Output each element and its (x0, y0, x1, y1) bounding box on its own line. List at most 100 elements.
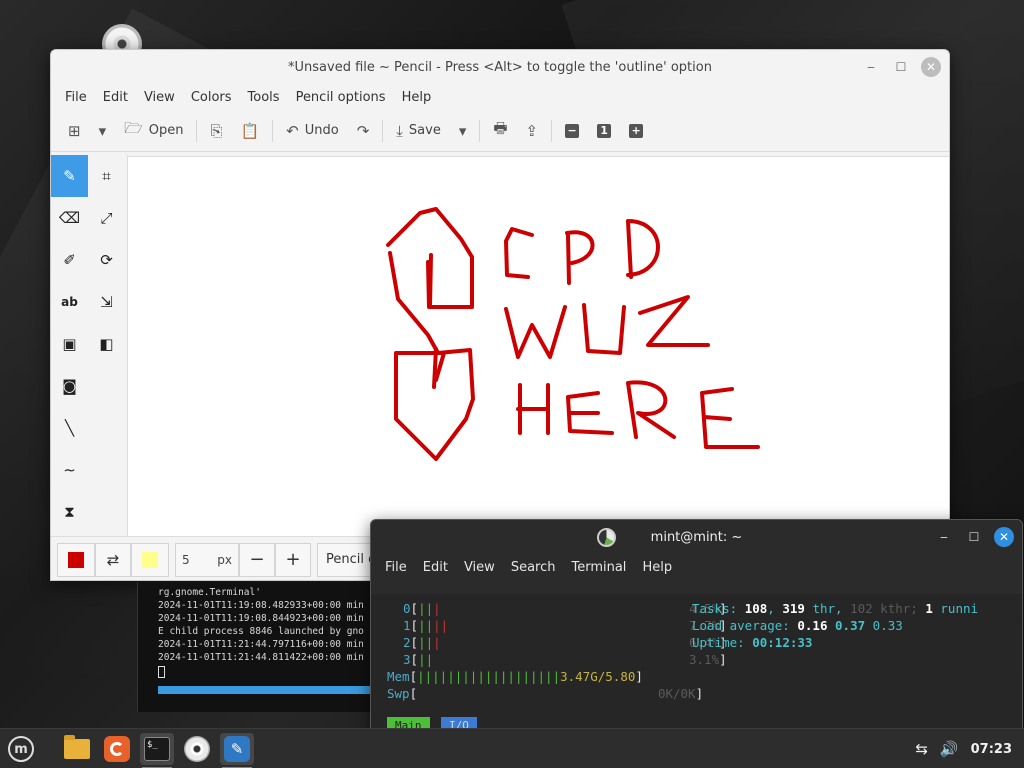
menu-tools[interactable]: Tools (240, 90, 288, 105)
cpu-meter-row: 2[||| 6.4%] (403, 635, 727, 650)
undo-icon: ↶ (286, 121, 299, 140)
redo-button[interactable]: ↷ (348, 116, 379, 146)
undo-label: Undo (304, 123, 339, 138)
print-button[interactable]: 🖶 (484, 116, 516, 146)
terminal-launcher[interactable]: $_ (140, 733, 174, 768)
zoom-out-button[interactable]: − (556, 116, 588, 146)
log-line: rg.gnome.Terminal' (158, 587, 261, 598)
toolbar-separator (196, 119, 198, 142)
menu-file[interactable]: File (57, 90, 95, 105)
eraser-tool[interactable]: ⌫ (51, 197, 88, 239)
text-icon: ab (61, 295, 78, 309)
pencil-titlebar[interactable]: *Unsaved file ~ Pencil - Press <Alt> to … (51, 50, 949, 84)
minimize-button[interactable]: ‒ (861, 57, 881, 77)
menu-button[interactable]: m (4, 733, 38, 765)
minus-icon: − (565, 123, 580, 138)
maximize-button[interactable]: ☐ (891, 57, 911, 77)
open-label: Open (148, 123, 184, 138)
close-button[interactable]: ✕ (994, 527, 1014, 547)
firefox-launcher[interactable] (100, 733, 134, 765)
menu-view[interactable]: View (456, 560, 503, 575)
volume-icon[interactable]: 🔊 (940, 740, 959, 758)
new-button[interactable]: ⊞ (59, 116, 90, 146)
drawing-launcher[interactable]: ✎ (220, 733, 254, 768)
rect-select-tool[interactable]: ▣ (51, 323, 88, 365)
plus-icon: + (285, 549, 301, 570)
menu-edit[interactable]: Edit (95, 90, 136, 105)
menu-colors[interactable]: Colors (183, 90, 240, 105)
shape-tool[interactable]: ⧗ (51, 491, 88, 533)
curve-tool[interactable]: ∼ (51, 449, 88, 491)
menu-file[interactable]: File (377, 560, 415, 575)
menu-edit[interactable]: Edit (415, 560, 456, 575)
scale-tool[interactable]: ⤢ (88, 197, 125, 239)
skew-tool[interactable]: ⇲ (88, 281, 125, 323)
shape-stroke (386, 207, 475, 461)
menu-view[interactable]: View (136, 90, 183, 105)
drawing-canvas[interactable] (128, 156, 949, 536)
skew-icon: ⇲ (100, 293, 113, 311)
load-average: Load average: 0.16 0.37 0.33 (692, 618, 903, 633)
exchange-colors-button[interactable]: ⇄ (95, 542, 131, 577)
tools-sidebar: ✎ ⌗ ⌫ ⤢ ✐ ⟳ ab ⇲ ▣ ◧ ◙ ╲ ∼ ⧗ (51, 155, 128, 536)
import-button[interactable]: ⎘ (201, 116, 231, 146)
close-button[interactable]: ✕ (921, 57, 941, 77)
share-button[interactable]: ⇪ (517, 116, 548, 146)
disc-launcher[interactable] (180, 733, 214, 765)
folder-open-icon: 🗁 (124, 119, 143, 137)
filters-tool[interactable]: ◧ (88, 323, 125, 365)
paste-button[interactable]: 📋 (231, 116, 268, 146)
menu-search[interactable]: Search (503, 560, 564, 575)
eraser-icon: ⌫ (58, 209, 81, 227)
free-select-tool[interactable]: ◙ (51, 365, 88, 407)
zoom-in-button[interactable]: + (620, 116, 652, 146)
htop-view[interactable]: 0[||| 4.5%] 1[|||| 7.7%] 2[||| 6.4%] 3[|… (371, 594, 1022, 730)
menu-terminal[interactable]: Terminal (563, 560, 634, 575)
clock[interactable]: 07:23 (971, 742, 1012, 757)
rectangle-select-icon: ▣ (62, 335, 77, 353)
network-icon[interactable]: ⇆ (915, 740, 928, 758)
log-line: E child process 8846 launched by gno (158, 626, 364, 637)
letter-e-stroke (700, 387, 760, 449)
highlighter-icon: ✐ (63, 251, 76, 269)
undo-button[interactable]: ↶ Undo (277, 116, 348, 146)
text-tool[interactable]: ab (51, 281, 88, 323)
size-decrease-button[interactable]: − (239, 542, 275, 577)
highlighter-tool[interactable]: ✐ (51, 239, 88, 281)
crop-tool[interactable]: ⌗ (88, 155, 125, 197)
minimize-button[interactable]: ‒ (934, 527, 954, 547)
linux-mint-logo-icon: m (8, 736, 34, 762)
terminal-title: mint@mint: ~ (650, 529, 743, 545)
toolbar-separator (382, 119, 384, 142)
open-button[interactable]: 🗁 Open (115, 116, 192, 146)
size-increase-button[interactable]: + (275, 542, 311, 577)
background-terminal-window[interactable]: rg.gnome.Terminal' 2024-11-01T11:19:08.4… (137, 582, 383, 712)
tasks-summary: Tasks: 108, 319 thr, 102 kthr; 1 runni (692, 601, 979, 616)
tool-size-field[interactable]: 5 px (175, 542, 239, 577)
letter-d-stroke (626, 219, 660, 279)
line-tool[interactable]: ╲ (51, 407, 88, 449)
secondary-color-button[interactable] (131, 542, 169, 577)
menu-pencil-options[interactable]: Pencil options (288, 90, 394, 105)
menu-help[interactable]: Help (394, 90, 440, 105)
download-icon: ⤓ (396, 121, 403, 140)
menu-help[interactable]: Help (634, 560, 680, 575)
pencil-tool[interactable]: ✎ (51, 155, 88, 197)
zoom-reset-button[interactable]: 1 (588, 116, 620, 146)
tool-options-menu[interactable]: Pencil o (317, 542, 377, 577)
rotate-tool[interactable]: ⟳ (88, 239, 125, 281)
files-launcher[interactable] (60, 733, 94, 765)
pencil-icon: ✎ (63, 167, 76, 185)
new-menu-button[interactable]: ▾ (90, 116, 116, 146)
letter-u-stroke (582, 303, 626, 355)
maximize-button[interactable]: ☐ (964, 527, 984, 547)
terminal-icon: $_ (144, 737, 170, 761)
save-menu-button[interactable]: ▾ (450, 116, 476, 146)
chevron-down-icon: ▾ (98, 121, 107, 140)
terminal-app-icon (597, 528, 616, 547)
contrast-icon: ◧ (99, 335, 114, 353)
tool-options-label: Pencil o (326, 552, 377, 567)
terminal-titlebar[interactable]: mint@mint: ~ ‒ ☐ ✕ (371, 520, 1022, 554)
save-button[interactable]: ⤓ Save (387, 116, 450, 146)
main-color-button[interactable] (57, 542, 95, 577)
